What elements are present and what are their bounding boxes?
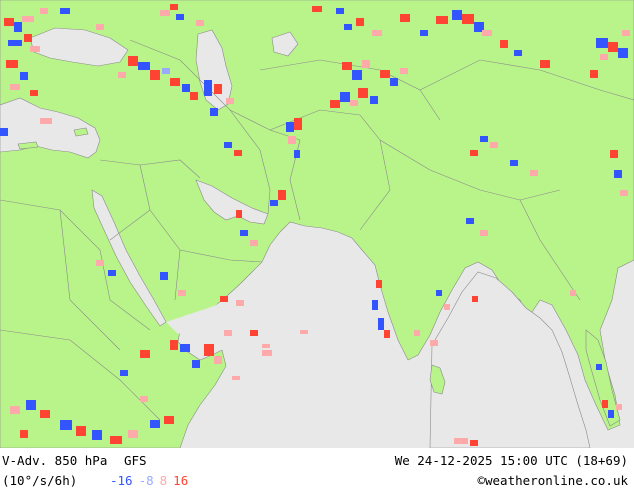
credit-link[interactable]: ©weatheronline.co.uk: [477, 473, 628, 488]
model-name: GFS: [124, 453, 147, 468]
map-footer: V-Adv. 850 hPa GFS We 24-12-2025 15:00 U…: [0, 448, 634, 490]
legend-value-neg-strong: -16: [110, 473, 133, 488]
valid-time: We 24-12-2025 15:00 UTC (18+69): [394, 453, 628, 468]
units-label: (10°/s/6h): [2, 473, 78, 488]
color-legend: -16 -8 8 16: [110, 473, 194, 488]
map-title: V-Adv. 850 hPa: [2, 453, 108, 468]
legend-value-pos-strong: 16: [173, 473, 189, 488]
legend-value-neg-weak: -8: [138, 473, 154, 488]
weather-map: [0, 0, 634, 448]
legend-value-pos-weak: 8: [159, 473, 168, 488]
